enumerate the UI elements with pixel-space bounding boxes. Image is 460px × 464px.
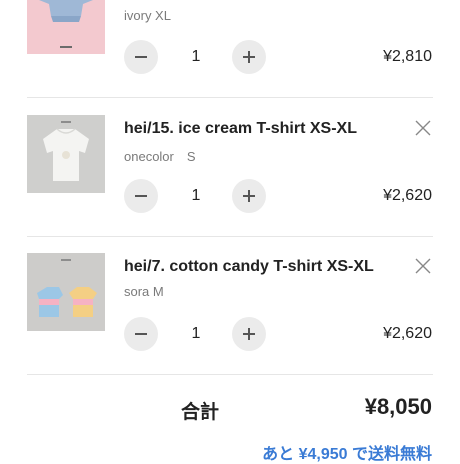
item-variant: ivory XL (124, 8, 171, 23)
cart-item: hei/7. cotton candy T-shirt XS-XL sora M… (0, 237, 460, 376)
minus-icon (135, 195, 147, 197)
plus-icon (243, 328, 255, 340)
item-variant: sora M (124, 284, 164, 299)
product-thumbnail[interactable] (27, 0, 105, 54)
increase-quantity-button[interactable] (232, 40, 266, 74)
item-variant: onecolor S (124, 149, 196, 164)
plus-icon (243, 51, 255, 63)
product-thumbnail[interactable] (27, 253, 105, 331)
remove-item-button[interactable] (414, 257, 432, 275)
item-price: ¥2,620 (383, 187, 432, 204)
decrease-quantity-button[interactable] (124, 40, 158, 74)
increase-quantity-button[interactable] (232, 179, 266, 213)
item-title[interactable]: hei/7. cotton candy T-shirt XS-XL (124, 258, 374, 276)
divider (27, 374, 433, 375)
item-price: ¥2,810 (383, 48, 432, 65)
decrease-quantity-button[interactable] (124, 317, 158, 351)
minus-icon (135, 56, 147, 58)
item-price: ¥2,620 (383, 325, 432, 342)
total-label: 合計 (181, 402, 220, 423)
item-title[interactable]: hei/15. ice cream T-shirt XS-XL (124, 120, 357, 138)
close-icon (415, 120, 431, 136)
product-thumbnail[interactable] (27, 115, 105, 193)
remove-item-button[interactable] (414, 119, 432, 137)
total-value: ¥8,050 (364, 394, 432, 419)
cart-item: hei/15. ice cream T-shirt XS-XL onecolor… (0, 98, 460, 237)
quantity-value: 1 (191, 187, 201, 204)
decrease-quantity-button[interactable] (124, 179, 158, 213)
plus-icon (243, 190, 255, 202)
free-shipping-note: あと ¥4,950 で送料無料 (262, 446, 432, 463)
close-icon (415, 258, 431, 274)
minus-icon (135, 333, 147, 335)
quantity-value: 1 (191, 325, 201, 342)
quantity-value: 1 (191, 48, 201, 65)
increase-quantity-button[interactable] (232, 317, 266, 351)
